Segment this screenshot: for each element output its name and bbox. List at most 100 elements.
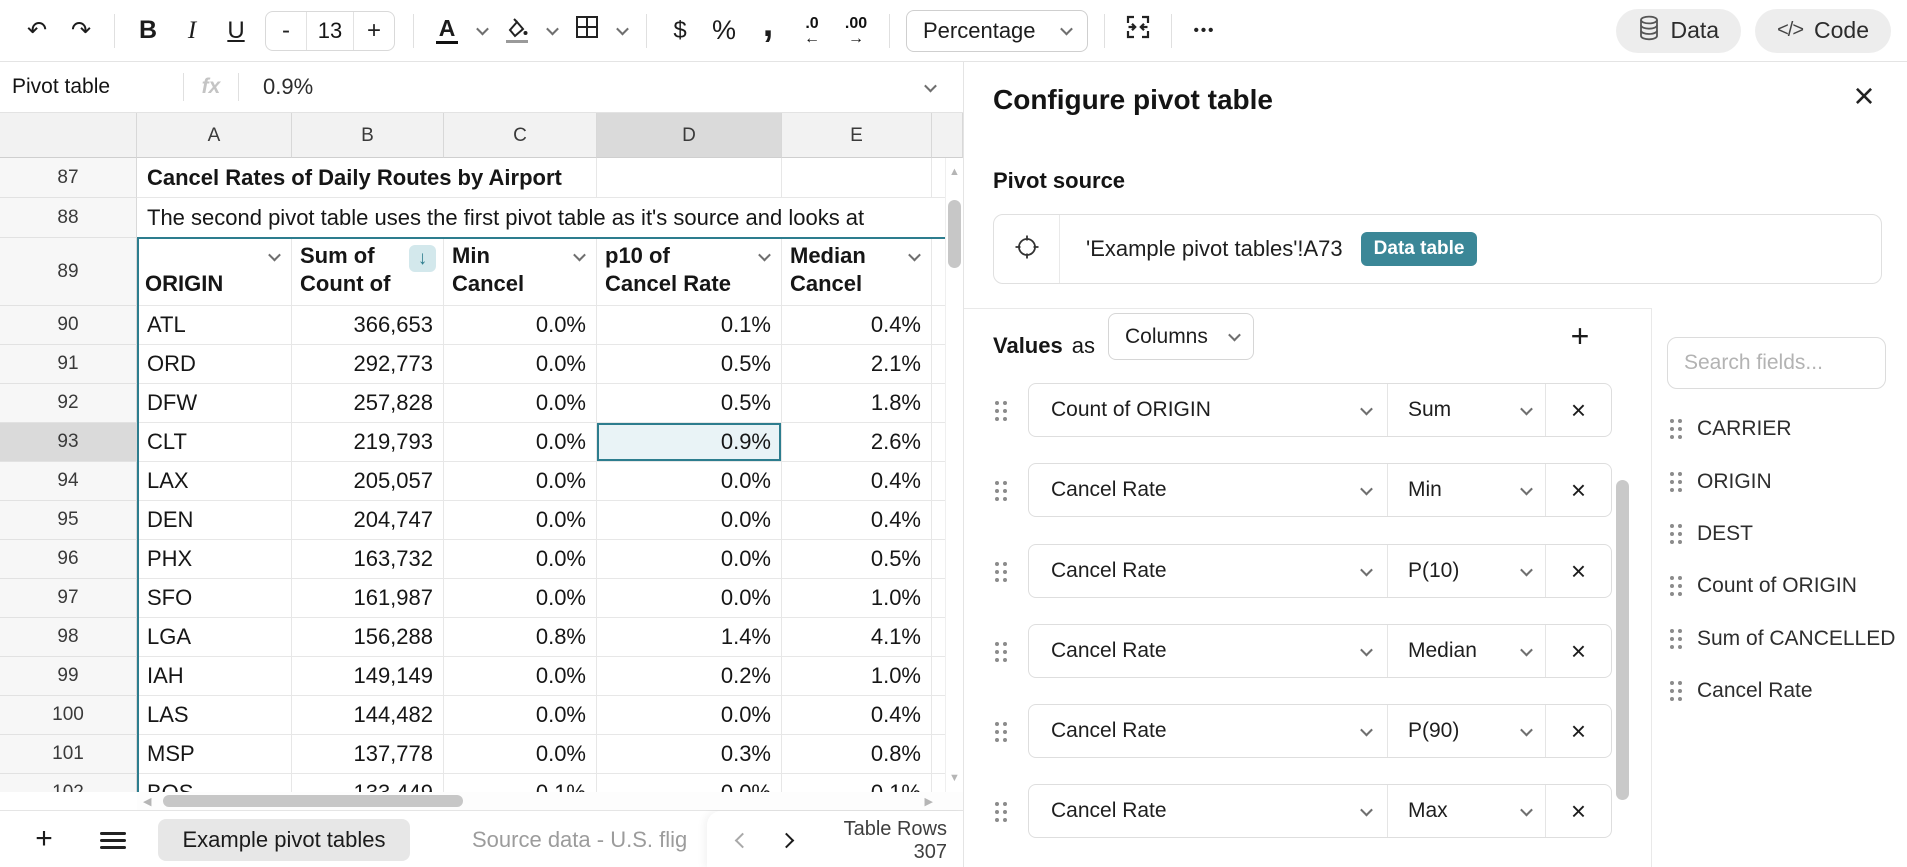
- number-format-dropdown[interactable]: Percentage: [906, 10, 1088, 52]
- horizontal-scrollbar-thumb[interactable]: [163, 795, 463, 807]
- cell-count[interactable]: 133,449: [292, 774, 444, 792]
- row-number[interactable]: 98: [0, 618, 137, 657]
- cell-min[interactable]: 0.0%: [444, 540, 597, 579]
- cell-p10[interactable]: 0.3%: [597, 735, 782, 774]
- borders-button[interactable]: [566, 10, 608, 52]
- cell-median[interactable]: 0.5%: [782, 540, 932, 579]
- sheet-tab-example-pivot-tables[interactable]: Example pivot tables: [158, 819, 410, 861]
- cell-min[interactable]: 0.8%: [444, 618, 597, 657]
- more-options-button[interactable]: •••: [1184, 10, 1226, 52]
- cell-min[interactable]: 0.0%: [444, 696, 597, 735]
- remove-value-button[interactable]: ×: [1545, 545, 1611, 597]
- select-all-corner[interactable]: [0, 113, 137, 158]
- scroll-up-icon[interactable]: ▲: [949, 166, 960, 178]
- column-header-e[interactable]: E: [782, 113, 932, 158]
- aggregation-dropdown[interactable]: Median: [1387, 625, 1545, 677]
- underline-button[interactable]: U: [215, 10, 257, 52]
- row-number[interactable]: 96: [0, 540, 137, 579]
- cell-min[interactable]: 0.0%: [444, 345, 597, 384]
- drag-handle-icon[interactable]: [995, 401, 1007, 421]
- pivot-header-median[interactable]: Median Cancel: [782, 238, 932, 306]
- pivot-header-p10[interactable]: p10 of Cancel Rate: [597, 238, 782, 306]
- cell-p10[interactable]: 0.0%: [597, 501, 782, 540]
- cell-median[interactable]: 1.8%: [782, 384, 932, 423]
- cell-min[interactable]: 0.0%: [444, 501, 597, 540]
- cell-p10[interactable]: 0.1%: [597, 306, 782, 345]
- sheet-list-menu-icon[interactable]: [100, 828, 126, 853]
- cell-median[interactable]: 0.4%: [782, 501, 932, 540]
- remove-value-button[interactable]: ×: [1545, 785, 1611, 837]
- row-number[interactable]: 92: [0, 384, 137, 423]
- scroll-left-icon[interactable]: ◀: [143, 795, 151, 808]
- row-number[interactable]: 93: [0, 423, 137, 462]
- undo-button[interactable]: ↶: [16, 10, 58, 52]
- cell-min[interactable]: 0.0%: [444, 384, 597, 423]
- cell-title[interactable]: Cancel Rates of Daily Routes by Airport: [137, 158, 597, 198]
- decrease-decimals-button[interactable]: .0←: [791, 10, 833, 52]
- cell[interactable]: [597, 158, 782, 198]
- next-sheet-icon[interactable]: [779, 833, 795, 849]
- row-number[interactable]: 91: [0, 345, 137, 384]
- row-number[interactable]: 101: [0, 735, 137, 774]
- cell-median[interactable]: 0.1%: [782, 774, 932, 792]
- drag-handle-icon[interactable]: [1670, 419, 1682, 439]
- cell-p10[interactable]: 1.4%: [597, 618, 782, 657]
- cell-p10[interactable]: 0.0%: [597, 774, 782, 792]
- aggregation-dropdown[interactable]: Sum: [1387, 384, 1545, 436]
- field-item-dest[interactable]: DEST: [1670, 522, 1753, 546]
- cell-count[interactable]: 204,747: [292, 501, 444, 540]
- drag-handle-icon[interactable]: [995, 802, 1007, 822]
- field-item-count-of-origin[interactable]: Count of ORIGIN: [1670, 574, 1857, 598]
- cell-origin[interactable]: SFO: [137, 579, 292, 618]
- cell-origin[interactable]: CLT: [137, 423, 292, 462]
- pivot-source-box[interactable]: 'Example pivot tables'!A73 Data table: [993, 214, 1882, 284]
- cell-count[interactable]: 149,149: [292, 657, 444, 696]
- value-field-dropdown[interactable]: Cancel Rate: [1029, 545, 1387, 597]
- target-picker-button[interactable]: [994, 215, 1060, 283]
- redo-button[interactable]: ↷: [60, 10, 102, 52]
- row-number[interactable]: 95: [0, 501, 137, 540]
- data-view-button[interactable]: Data: [1616, 9, 1742, 53]
- selected-cell[interactable]: 0.9%: [597, 423, 782, 462]
- cell-origin[interactable]: LGA: [137, 618, 292, 657]
- field-item-carrier[interactable]: CARRIER: [1670, 417, 1792, 441]
- cell-note[interactable]: The second pivot table uses the first pi…: [137, 198, 963, 238]
- row-number[interactable]: 87: [0, 158, 137, 198]
- cell-median[interactable]: 2.1%: [782, 345, 932, 384]
- column-header-a[interactable]: A: [137, 113, 292, 158]
- pivot-header-sum-count[interactable]: ↓ Sum of Count of: [292, 238, 444, 306]
- fill-color-dropdown[interactable]: [540, 10, 564, 52]
- cell-count[interactable]: 144,482: [292, 696, 444, 735]
- cell-origin[interactable]: ATL: [137, 306, 292, 345]
- values-layout-dropdown[interactable]: Columns: [1108, 313, 1254, 360]
- pivot-source-reference[interactable]: 'Example pivot tables'!A73: [1060, 236, 1343, 262]
- currency-format-button[interactable]: $: [659, 10, 701, 52]
- row-number[interactable]: 100: [0, 696, 137, 735]
- row-number[interactable]: 102: [0, 774, 137, 792]
- drag-handle-icon[interactable]: [1670, 629, 1682, 649]
- drag-handle-icon[interactable]: [995, 481, 1007, 501]
- cell-count[interactable]: 292,773: [292, 345, 444, 384]
- cell-min[interactable]: 0.1%: [444, 774, 597, 792]
- cell-median[interactable]: 0.4%: [782, 306, 932, 345]
- text-color-button[interactable]: A: [426, 10, 468, 52]
- value-field-dropdown[interactable]: Count of ORIGIN: [1029, 384, 1387, 436]
- add-value-button[interactable]: +: [1560, 316, 1600, 356]
- close-panel-button[interactable]: ×: [1844, 76, 1884, 116]
- column-header-c[interactable]: C: [444, 113, 597, 158]
- increase-decimals-button[interactable]: .00→: [835, 10, 877, 52]
- cell-median[interactable]: 0.4%: [782, 462, 932, 501]
- cell-median[interactable]: 0.4%: [782, 696, 932, 735]
- column-header-d[interactable]: D: [597, 113, 782, 158]
- cell-count[interactable]: 366,653: [292, 306, 444, 345]
- cell-origin[interactable]: DFW: [137, 384, 292, 423]
- cell-count[interactable]: 161,987: [292, 579, 444, 618]
- cell-count[interactable]: 205,057: [292, 462, 444, 501]
- fit-selection-button[interactable]: [1117, 10, 1159, 52]
- aggregation-dropdown[interactable]: P(90): [1387, 705, 1545, 757]
- field-item-cancel-rate[interactable]: Cancel Rate: [1670, 679, 1813, 703]
- value-field-dropdown[interactable]: Cancel Rate: [1029, 785, 1387, 837]
- add-sheet-button[interactable]: +: [24, 819, 64, 859]
- text-color-dropdown[interactable]: [470, 10, 494, 52]
- cell-origin[interactable]: LAS: [137, 696, 292, 735]
